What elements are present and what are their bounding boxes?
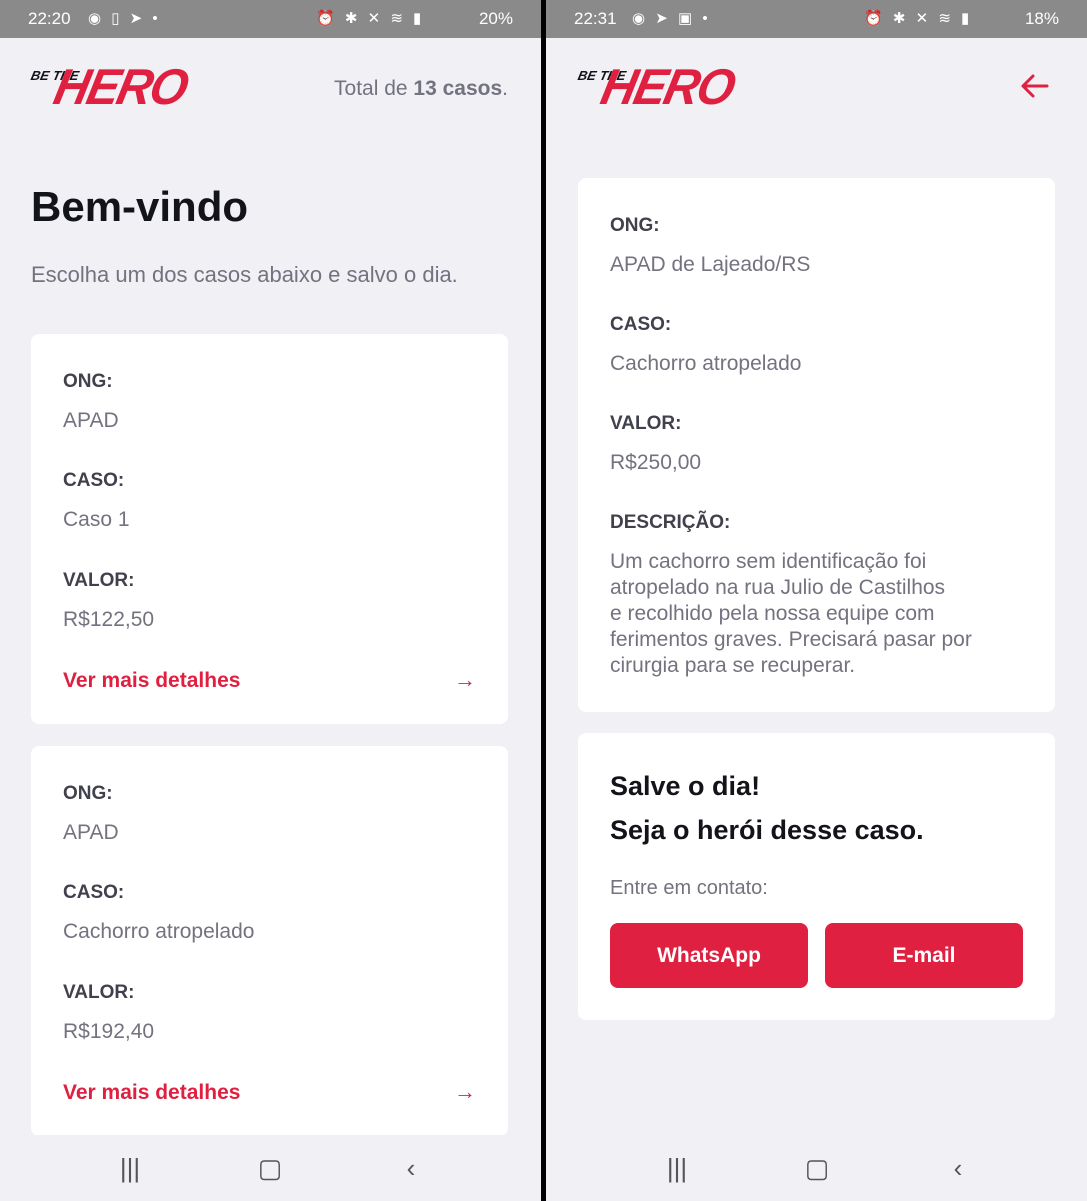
arrow-left-icon[interactable] (1019, 70, 1051, 102)
ong-value: APAD de Lajeado/RS (610, 253, 811, 276)
descricao-line: Um cachorro sem identificação foi (610, 550, 927, 573)
contact-title-line2: Seja o herói desse caso. (610, 815, 924, 845)
details-link[interactable]: Ver mais detalhes (63, 1081, 240, 1105)
contact-card: Salve o dia! Seja o herói desse caso. En… (578, 733, 1055, 1020)
arrow-right-icon[interactable]: → (454, 1079, 476, 1105)
caso-value: Cachorro atropelado (610, 352, 802, 375)
logo-hero: HERO (49, 59, 192, 116)
ong-label: ONG: (610, 215, 660, 236)
descricao-line: ferimentos graves. Precisará pasar por (610, 628, 972, 651)
caso-label: CASO: (63, 882, 125, 903)
valor-value: R$122,50 (63, 608, 155, 631)
contact-prompt: Entre em contato: (610, 877, 768, 899)
email-button[interactable]: E-mail (825, 923, 1023, 988)
android-nav-bar: ||| ▢ ‹ (546, 1135, 1087, 1201)
home-icon[interactable]: ▢ (250, 1153, 290, 1183)
caso-label: CASO: (63, 470, 125, 491)
descricao-line: cirurgia para se recuperar. (610, 654, 856, 677)
page-subtitle: Escolha um dos casos abaixo e salvo o di… (31, 262, 458, 287)
system-icons: ⏰ ✱ ✕ ≋ ▮ (316, 10, 425, 27)
valor-label: VALOR: (610, 413, 682, 434)
recent-apps-icon[interactable]: ||| (657, 1153, 697, 1183)
caso-value: Cachorro atropelado (63, 920, 255, 943)
incidents-screen: 22:20 ◉ ▯ ➤ • ⏰ ✱ ✕ ≋ ▮ 20% BE THE HERO … (0, 0, 541, 1201)
descricao-value: Um cachorro sem identificação foi atrope… (610, 549, 1010, 679)
status-bar: 22:31 ◉ ➤ ▣ • ⏰ ✱ ✕ ≋ ▮ 18% (546, 0, 1087, 38)
logo-hero: HERO (596, 59, 739, 116)
incident-card: ONG: APAD CASO: Cachorro atropelado VALO… (31, 746, 508, 1136)
back-nav-icon[interactable]: ‹ (938, 1153, 978, 1183)
status-bar: 22:20 ◉ ▯ ➤ • ⏰ ✱ ✕ ≋ ▮ 20% (0, 0, 541, 38)
caso-label: CASO: (610, 314, 672, 335)
notification-icons: ◉ ➤ ▣ • (632, 10, 711, 27)
ong-label: ONG: (63, 371, 113, 392)
valor-label: VALOR: (63, 982, 135, 1003)
incident-card: ONG: APAD CASO: Caso 1 VALOR: R$122,50 V… (31, 334, 508, 724)
valor-label: VALOR: (63, 570, 135, 591)
home-icon[interactable]: ▢ (797, 1153, 837, 1183)
incident-detail-card: ONG: APAD de Lajeado/RS CASO: Cachorro a… (578, 178, 1055, 712)
caso-value: Caso 1 (63, 508, 130, 531)
be-the-hero-logo: BE THE HERO (30, 60, 192, 118)
valor-value: R$250,00 (610, 451, 702, 474)
recent-apps-icon[interactable]: ||| (110, 1153, 150, 1183)
status-time: 22:31 (574, 9, 617, 28)
descricao-label: DESCRIÇÃO: (610, 512, 731, 533)
be-the-hero-logo: BE THE HERO (577, 60, 739, 118)
whatsapp-button[interactable]: WhatsApp (610, 923, 808, 988)
back-nav-icon[interactable]: ‹ (391, 1153, 431, 1183)
arrow-right-icon[interactable]: → (454, 667, 476, 693)
ong-value: APAD (63, 821, 119, 844)
ong-value: APAD (63, 409, 119, 432)
contact-title-line1: Salve o dia! (610, 771, 761, 801)
descricao-line: atropelado na rua Julio de Castilhos (610, 576, 946, 599)
system-icons: ⏰ ✱ ✕ ≋ ▮ (864, 10, 973, 27)
status-time: 22:20 (28, 9, 71, 28)
page-title: Bem-vindo (31, 183, 249, 230)
android-nav-bar: ||| ▢ ‹ (0, 1135, 541, 1201)
valor-value: R$192,40 (63, 1020, 155, 1043)
ong-label: ONG: (63, 783, 113, 804)
battery-level: 18% (1024, 9, 1059, 28)
descricao-line: e recolhido pela nossa equipe com (610, 602, 935, 625)
details-link[interactable]: Ver mais detalhes (63, 669, 240, 693)
total-cases-text: Total de 13 casos. (334, 77, 508, 100)
notification-icons: ◉ ▯ ➤ • (88, 10, 161, 27)
battery-level: 20% (478, 9, 513, 28)
detail-screen: 22:31 ◉ ➤ ▣ • ⏰ ✱ ✕ ≋ ▮ 18% BE THE HERO … (546, 0, 1087, 1201)
